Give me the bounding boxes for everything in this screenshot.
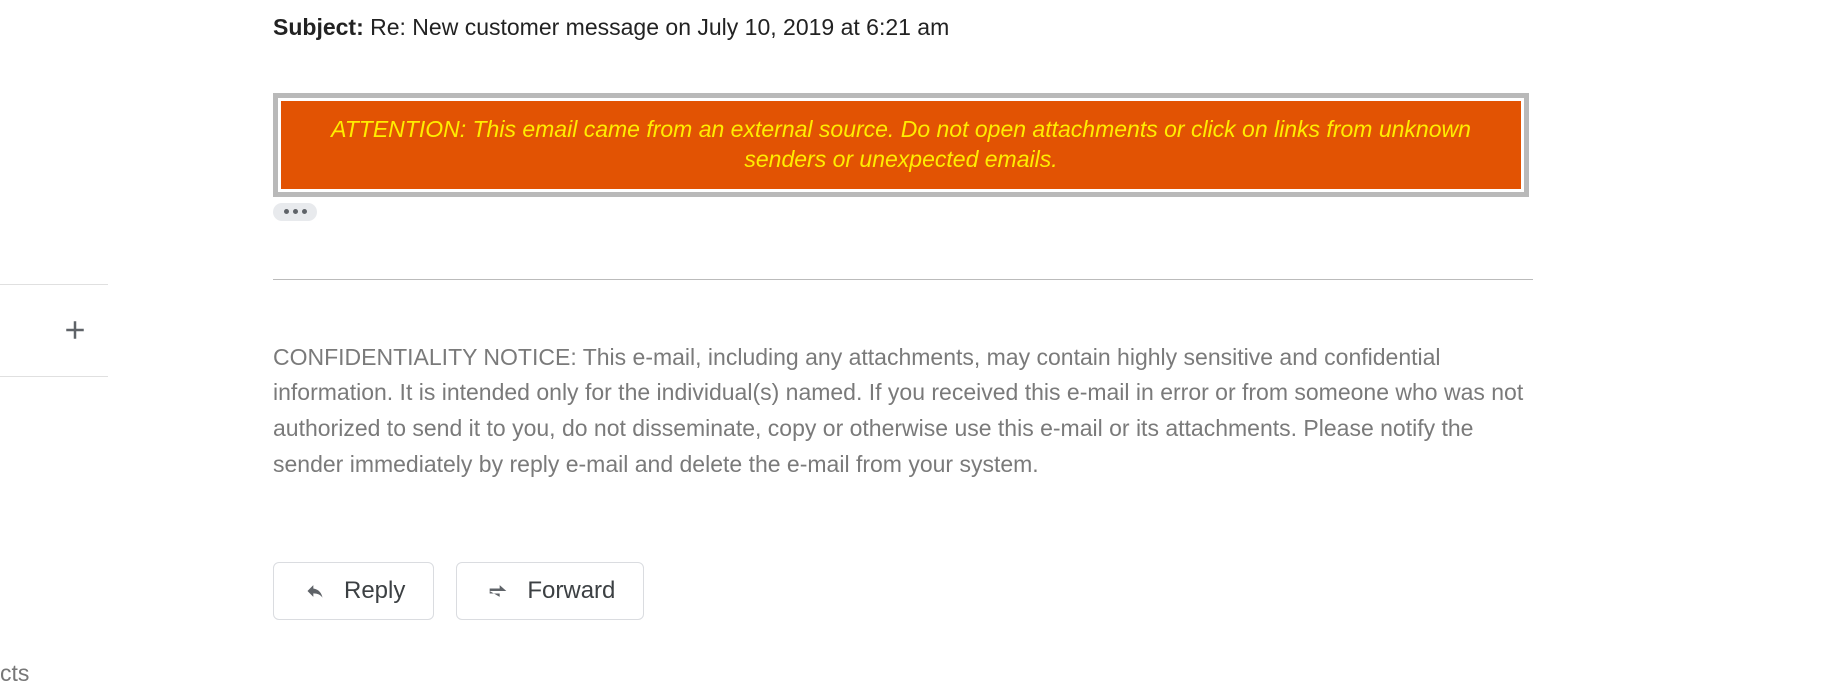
email-main: Subject: Re: New customer message on Jul…	[273, 0, 1533, 620]
external-warning-text: ATTENTION: This email came from an exter…	[281, 101, 1521, 189]
forward-button[interactable]: Forward	[456, 562, 644, 620]
sidebar-label-cut: cts	[0, 660, 29, 687]
forward-icon	[485, 581, 511, 601]
confidentiality-notice: CONFIDENTIALITY NOTICE: This e-mail, inc…	[273, 340, 1528, 483]
show-trimmed-content-button[interactable]	[273, 203, 317, 221]
subject-line: Subject: Re: New customer message on Jul…	[273, 14, 1533, 41]
action-buttons-row: Reply Forward	[273, 562, 1533, 620]
reply-label: Reply	[344, 577, 405, 605]
ellipsis-icon	[293, 209, 298, 214]
sidebar-divider-bottom	[0, 376, 108, 377]
reply-icon	[302, 581, 328, 601]
external-warning-banner: ATTENTION: This email came from an exter…	[273, 93, 1529, 197]
separator	[273, 279, 1533, 280]
forward-label: Forward	[527, 577, 615, 605]
add-button[interactable]	[60, 315, 90, 351]
subject-value: Re: New customer message on July 10, 201…	[370, 14, 949, 40]
sidebar: cts	[0, 0, 108, 695]
plus-icon	[60, 315, 90, 345]
sidebar-divider-top	[0, 284, 108, 285]
subject-label: Subject:	[273, 14, 364, 40]
ellipsis-icon	[284, 209, 289, 214]
ellipsis-icon	[302, 209, 307, 214]
reply-button[interactable]: Reply	[273, 562, 434, 620]
